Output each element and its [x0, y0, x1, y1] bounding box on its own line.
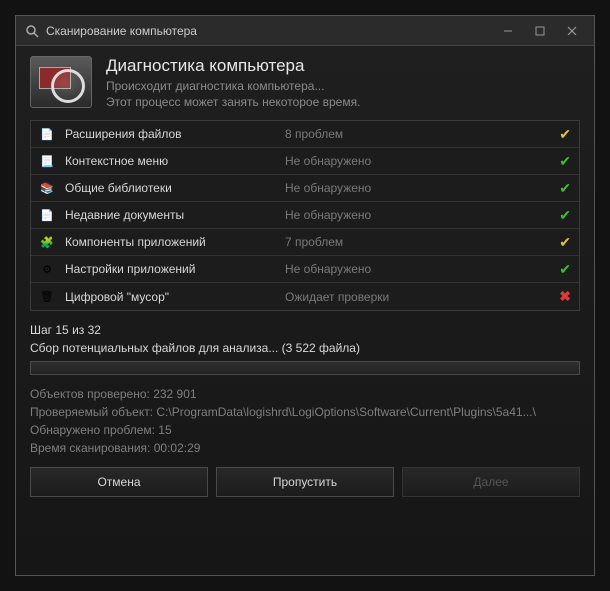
- progress-block: Шаг 15 из 32 Сбор потенциальных файлов д…: [30, 323, 580, 457]
- category-icon: 📃: [39, 153, 55, 169]
- stat-objects: Объектов проверено: 232 901: [30, 385, 580, 403]
- button-row: Отмена Пропустить Далее: [30, 467, 580, 497]
- list-item: 📄 Недавние документыНе обнаружено✔: [31, 202, 579, 229]
- stat-time: Время сканирования: 00:02:29: [30, 439, 580, 457]
- app-icon: [24, 23, 40, 39]
- status-mark-icon: ✔: [553, 180, 571, 197]
- category-status: Не обнаружено: [285, 154, 553, 168]
- category-label: Расширения файлов: [65, 127, 285, 141]
- category-status: Не обнаружено: [285, 262, 553, 276]
- status-mark-icon: ✔: [553, 153, 571, 170]
- category-icon: 📚: [39, 180, 55, 196]
- category-status: 8 проблем: [285, 127, 553, 141]
- category-icon: 🗑: [39, 289, 55, 305]
- header-line-1: Происходит диагностика компьютера...: [106, 78, 360, 94]
- header-text: Диагностика компьютера Происходит диагно…: [106, 56, 360, 110]
- list-item: 📚 Общие библиотекиНе обнаружено✔: [31, 175, 579, 202]
- category-icon: 🧩: [39, 234, 55, 250]
- status-mark-icon: ✔: [553, 234, 571, 251]
- skip-button[interactable]: Пропустить: [216, 467, 394, 497]
- category-label: Цифровой "мусор": [65, 290, 285, 304]
- status-mark-icon: ✔: [553, 207, 571, 224]
- close-button[interactable]: [558, 20, 586, 42]
- header: Диагностика компьютера Происходит диагно…: [30, 56, 580, 110]
- header-line-2: Этот процесс может занять некоторое врем…: [106, 94, 360, 110]
- list-item: ⚙ Настройки приложенийНе обнаружено✔: [31, 256, 579, 283]
- list-item: 🧩 Компоненты приложений7 проблем✔: [31, 229, 579, 256]
- progress-bar: [30, 361, 580, 375]
- progress-step: Шаг 15 из 32: [30, 323, 580, 337]
- category-label: Контекстное меню: [65, 154, 285, 168]
- list-item: 📄 Расширения файлов8 проблем✔: [31, 121, 579, 148]
- list-item: 📃 Контекстное менюНе обнаружено✔: [31, 148, 579, 175]
- category-icon: 📄: [39, 207, 55, 223]
- progress-action: Сбор потенциальных файлов для анализа...…: [30, 341, 580, 355]
- category-icon: ⚙: [39, 261, 55, 277]
- status-mark-icon: ✔: [553, 126, 571, 143]
- category-status: Ожидает проверки: [285, 290, 553, 304]
- stats-block: Объектов проверено: 232 901 Проверяемый …: [30, 385, 580, 457]
- category-status: 7 проблем: [285, 235, 553, 249]
- window-title: Сканирование компьютера: [46, 24, 494, 38]
- scan-categories-list: 📄Расширения файлов8 проблем✔📃Контекстное…: [30, 120, 580, 311]
- stat-current: Проверяемый объект: C:\ProgramData\logis…: [30, 403, 580, 421]
- status-mark-icon: ✔: [553, 261, 571, 278]
- category-label: Общие библиотеки: [65, 181, 285, 195]
- category-status: Не обнаружено: [285, 208, 553, 222]
- window-controls: [494, 20, 586, 42]
- maximize-button[interactable]: [526, 20, 554, 42]
- next-button: Далее: [402, 467, 580, 497]
- titlebar: Сканирование компьютера: [16, 16, 594, 46]
- category-label: Настройки приложений: [65, 262, 285, 276]
- scan-window: Сканирование компьютера Диагностика комп…: [15, 15, 595, 576]
- list-item: 🗑 Цифровой "мусор"Ожидает проверки✖: [31, 283, 579, 310]
- cancel-button[interactable]: Отмена: [30, 467, 208, 497]
- minimize-button[interactable]: [494, 20, 522, 42]
- category-status: Не обнаружено: [285, 181, 553, 195]
- diagnostics-icon: [30, 56, 92, 108]
- window-body: Диагностика компьютера Происходит диагно…: [16, 46, 594, 575]
- category-label: Компоненты приложений: [65, 235, 285, 249]
- status-mark-icon: ✖: [553, 288, 571, 305]
- stat-problems: Обнаружено проблем: 15: [30, 421, 580, 439]
- category-label: Недавние документы: [65, 208, 285, 222]
- category-icon: 📄: [39, 126, 55, 142]
- page-title: Диагностика компьютера: [106, 56, 360, 76]
